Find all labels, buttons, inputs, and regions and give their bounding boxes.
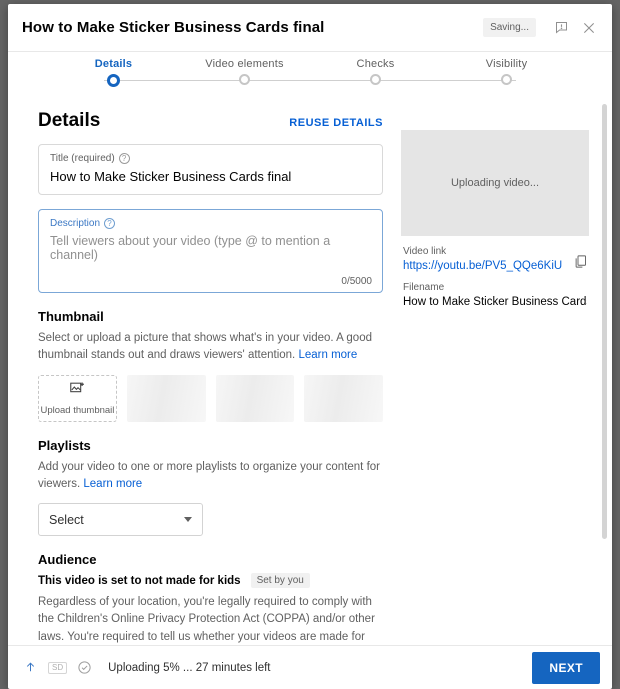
description-field-label: Description ? — [50, 218, 371, 229]
stepper-labels: Details Video elements Checks Visibility — [8, 58, 612, 70]
filename-block: Filename How to Make Sticker Business Ca… — [401, 272, 589, 308]
set-by-you-badge: Set by you — [251, 573, 310, 588]
thumbnail-options-row: Upload thumbnail — [38, 375, 383, 422]
video-link-block: Video link https://youtu.be/PV5_QQe6KiU — [401, 236, 589, 272]
description-input[interactable]: Tell viewers about your video (type @ to… — [50, 234, 371, 262]
chevron-down-icon — [184, 517, 192, 522]
coppa-description: Regardless of your location, you're lega… — [38, 594, 383, 645]
upload-stepper: Details Video elements Checks Visibility — [8, 52, 612, 98]
reuse-details-button[interactable]: REUSE DETAILS — [289, 117, 383, 129]
scrollbar-track[interactable] — [602, 98, 610, 645]
video-link-label: Video link — [403, 246, 587, 257]
video-preview-status: Uploading video... — [451, 177, 539, 189]
step-dot-video-elements-wrap — [179, 74, 310, 87]
step-dot-checks[interactable] — [370, 74, 381, 85]
step-dot-video-elements[interactable] — [239, 74, 250, 85]
playlists-select[interactable]: Select — [38, 503, 203, 536]
next-button[interactable]: NEXT — [532, 652, 600, 684]
playlists-select-value: Select — [49, 513, 84, 527]
audience-heading: Audience — [38, 552, 383, 567]
dialog-footer: SD Uploading 5% ... 27 minutes left NEXT — [8, 645, 612, 689]
upload-thumbnail-button[interactable]: Upload thumbnail — [38, 375, 117, 422]
thumbnail-section: Thumbnail Select or upload a picture tha… — [38, 309, 383, 422]
title-input[interactable]: How to Make Sticker Business Cards final — [50, 169, 371, 184]
description-field[interactable]: Description ? Tell viewers about your vi… — [38, 209, 383, 293]
upload-dialog: How to Make Sticker Business Cards final… — [8, 4, 612, 689]
audience-setting-row: This video is set to not made for kids S… — [38, 573, 383, 588]
title-field-label: Title (required) ? — [50, 153, 371, 164]
thumbnail-heading: Thumbnail — [38, 309, 383, 324]
playlists-heading: Playlists — [38, 438, 383, 453]
thumbnail-learn-more-link[interactable]: Learn more — [298, 349, 357, 361]
description-label-text: Description — [50, 218, 100, 229]
step-dot-visibility[interactable] — [501, 74, 512, 85]
playlists-learn-more-link[interactable]: Learn more — [83, 478, 142, 490]
sd-quality-badge: SD — [48, 662, 67, 674]
step-dot-checks-wrap — [310, 74, 441, 87]
title-label-text: Title (required) — [50, 153, 115, 164]
filename-label: Filename — [403, 282, 587, 293]
step-video-elements[interactable]: Video elements — [179, 58, 310, 70]
details-section-header: Details REUSE DETAILS — [38, 110, 383, 132]
description-char-count: 0/5000 — [341, 276, 372, 287]
thumbnail-placeholder[interactable] — [127, 375, 206, 422]
content-columns: Details REUSE DETAILS Title (required) ?… — [38, 106, 590, 645]
dialog-header: How to Make Sticker Business Cards final… — [8, 4, 612, 52]
playlists-section: Playlists Add your video to one or more … — [38, 438, 383, 537]
video-preview: Uploading video... — [401, 130, 589, 236]
step-dot-details-wrap — [48, 74, 179, 87]
status-badge: Saving... — [483, 18, 536, 37]
page-title: How to Make Sticker Business Cards final — [22, 19, 483, 36]
upload-icon — [22, 659, 39, 676]
step-dot-visibility-wrap — [441, 74, 572, 87]
audience-section: Audience This video is set to not made f… — [38, 552, 383, 645]
details-column: Details REUSE DETAILS Title (required) ?… — [38, 106, 383, 645]
help-icon[interactable]: ? — [104, 218, 115, 229]
upload-status-text: Uploading 5% ... 27 minutes left — [108, 662, 523, 674]
stepper-dots — [48, 74, 572, 87]
video-link[interactable]: https://youtu.be/PV5_QQe6KiU — [403, 260, 587, 272]
step-visibility[interactable]: Visibility — [441, 58, 572, 70]
coppa-text: Regardless of your location, you're lega… — [38, 596, 375, 645]
help-icon[interactable]: ? — [119, 153, 130, 164]
preview-column: Uploading video... Video link https://yo… — [401, 106, 589, 645]
step-checks[interactable]: Checks — [310, 58, 441, 70]
close-icon[interactable] — [576, 15, 602, 41]
filename-value: How to Make Sticker Business Cards_f... — [403, 296, 587, 308]
copy-icon[interactable] — [573, 254, 589, 270]
thumbnail-placeholder[interactable] — [216, 375, 295, 422]
step-details[interactable]: Details — [48, 58, 179, 70]
thumbnail-description: Select or upload a picture that shows wh… — [38, 330, 383, 365]
step-dot-details[interactable] — [107, 74, 120, 87]
feedback-icon[interactable] — [548, 15, 574, 41]
title-field[interactable]: Title (required) ? How to Make Sticker B… — [38, 144, 383, 195]
thumbnail-placeholder[interactable] — [304, 375, 383, 422]
details-heading: Details — [38, 110, 100, 132]
dialog-body: Details REUSE DETAILS Title (required) ?… — [8, 98, 612, 645]
image-add-icon — [69, 380, 86, 402]
playlists-description: Add your video to one or more playlists … — [38, 459, 383, 494]
audience-setting-text: This video is set to not made for kids — [38, 575, 241, 587]
upload-thumbnail-label: Upload thumbnail — [40, 405, 114, 416]
scrollbar-thumb[interactable] — [602, 104, 607, 539]
check-circle-icon — [76, 659, 93, 676]
